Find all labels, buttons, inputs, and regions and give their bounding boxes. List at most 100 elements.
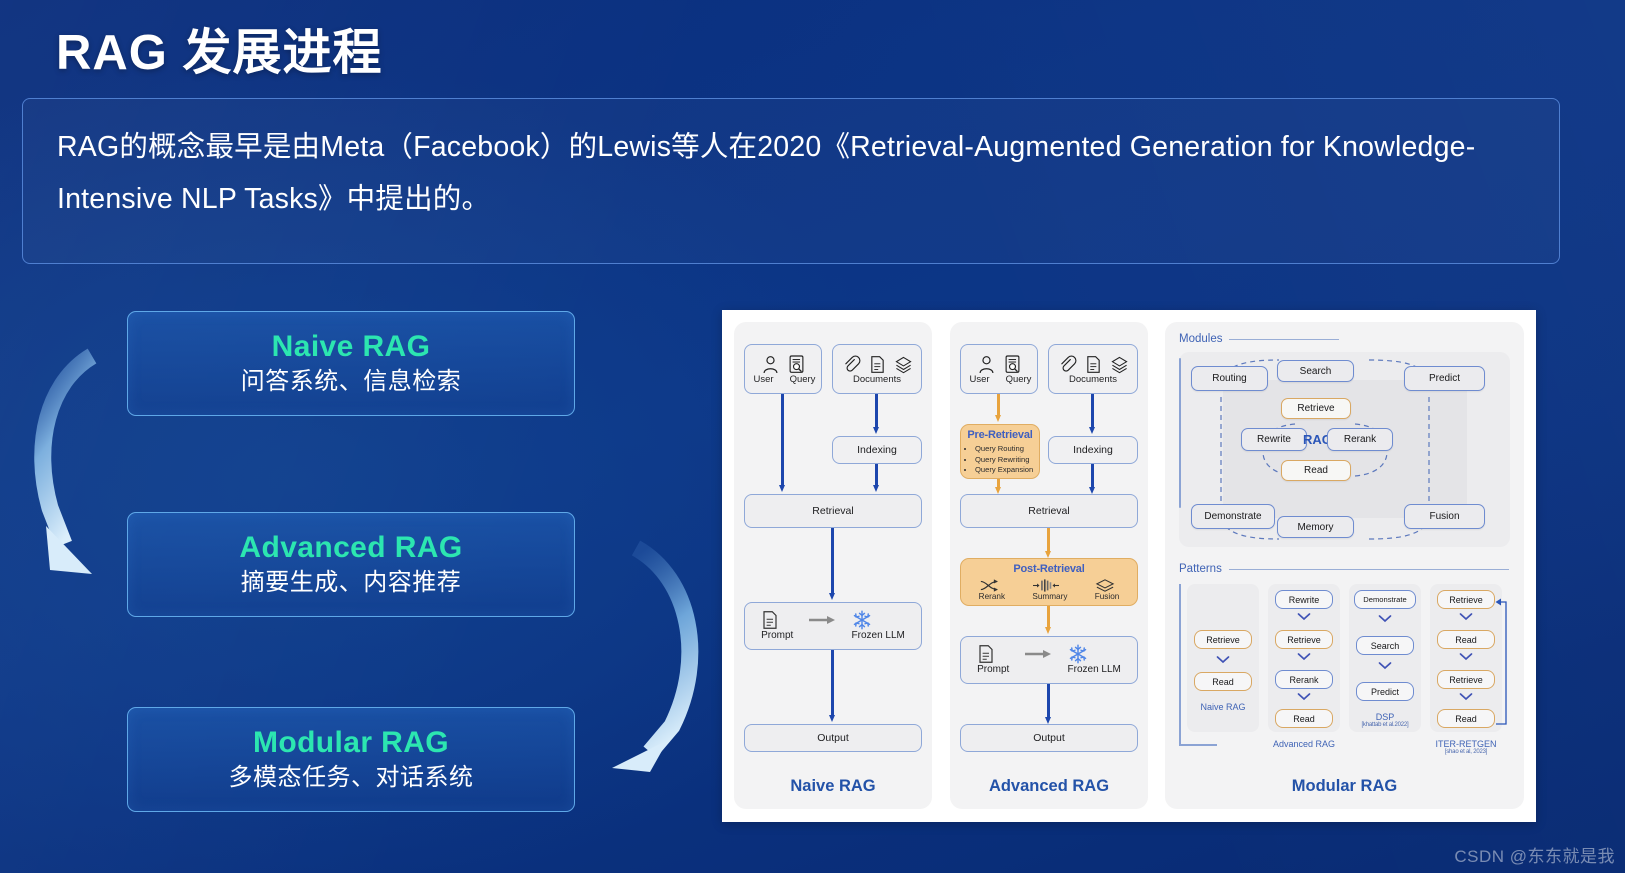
rag-architecture-diagram: User Query Documents Indexing Retrieval …: [722, 310, 1536, 822]
module-memory[interactable]: Memory: [1277, 516, 1354, 538]
patterns-rule: [1228, 568, 1509, 570]
naive-user-query-box: User Query: [744, 344, 822, 394]
user-icon: [978, 355, 995, 374]
post-retrieval-item-summary: Summary: [1032, 579, 1067, 601]
chevron-down-icon: [1378, 662, 1392, 670]
user-icon: [762, 355, 779, 374]
post-retrieval-item-rerank: Rerank: [979, 579, 1005, 601]
right-arrow-icon: [1025, 649, 1052, 659]
compress-icon: [1032, 579, 1067, 592]
stage-card-modular-rag[interactable]: Modular RAG 多模态任务、对话系统: [127, 707, 575, 812]
pattern-step: Read: [1194, 672, 1252, 691]
stage-card-advanced-rag[interactable]: Advanced RAG 摘要生成、内容推荐: [127, 512, 575, 617]
module-retrieve[interactable]: Retrieve: [1281, 398, 1351, 419]
advanced-node-indexing: Indexing: [1048, 436, 1138, 464]
frozen-llm-label: Frozen LLM: [851, 630, 905, 642]
query-document-search-icon: [788, 354, 805, 374]
paperclip-icon: [1059, 355, 1076, 374]
chevron-down-icon: [1216, 656, 1230, 664]
advanced-rag-column: User Query Documents Pre-Retrieval • Que…: [950, 322, 1148, 809]
pattern-name: ITER-RETGEN [shao et al, 2023]: [1435, 739, 1497, 755]
pattern-step: Retrieve: [1437, 670, 1495, 689]
user-label: User: [753, 373, 774, 385]
naive-rag-column: User Query Documents Indexing Retrieval …: [734, 322, 932, 809]
pre-retrieval-item: Query Rewriting: [975, 455, 1039, 466]
arrow-query-to-preretrieval: [995, 394, 1002, 422]
documents-label: Documents: [1068, 373, 1118, 385]
patterns-left-rule: [1179, 584, 1181, 746]
chevron-down-icon: [1459, 613, 1473, 621]
right-arrow-icon: [809, 615, 836, 625]
pattern-column-naive-rag: Retrieve Read Naive RAG: [1187, 584, 1259, 732]
naive-prompt-llm-box: Prompt Frozen LLM: [744, 602, 922, 650]
summary-label: Summary: [1032, 592, 1068, 601]
stage-card-naive-rag[interactable]: Naive RAG 问答系统、信息检索: [127, 311, 575, 416]
arrow-retrieval-to-prompt: [829, 528, 836, 600]
module-demonstrate[interactable]: Demonstrate: [1191, 504, 1275, 529]
pattern-step: Retrieve: [1194, 630, 1252, 649]
pattern-step: Read: [1275, 709, 1333, 728]
pre-retrieval-title: Pre-Retrieval: [967, 429, 1033, 441]
curved-arrow-down-left-icon: [612, 540, 699, 772]
pre-retrieval-items: Query Routing Query Rewriting Query Expa…: [975, 444, 1039, 476]
naive-rag-caption: Naive RAG: [790, 777, 876, 795]
rerank-label: Rerank: [978, 592, 1006, 601]
pattern-step: Predict: [1356, 682, 1414, 701]
chevron-down-icon: [1459, 653, 1473, 661]
naive-documents-box: Documents: [832, 344, 922, 394]
post-retrieval-box: Post-Retrieval Rerank Summary Fusion: [960, 558, 1138, 606]
naive-node-indexing: Indexing: [832, 436, 922, 464]
layers-icon: [1110, 355, 1128, 374]
arrow-postretrieval-to-prompt: [1045, 606, 1052, 634]
arrow-preretrieval-to-retrieval: [995, 479, 1002, 494]
pattern-step: Read: [1437, 630, 1495, 649]
pattern-step: Retrieve: [1437, 590, 1495, 609]
arrow-documents-to-indexing: [873, 394, 880, 434]
modular-rag-caption: Modular RAG: [1291, 777, 1398, 795]
page-title: RAG 发展进程: [56, 26, 383, 80]
advanced-node-output: Output: [960, 724, 1138, 752]
user-label: User: [969, 373, 990, 385]
layers-icon: [894, 355, 912, 374]
post-retrieval-item-fusion: Fusion: [1095, 579, 1120, 601]
arrow-retrieval-to-postretrieval: [1045, 528, 1052, 558]
chevron-down-icon: [1297, 653, 1311, 661]
advanced-rag-caption: Advanced RAG: [988, 777, 1110, 795]
module-rerank[interactable]: Rerank: [1327, 428, 1393, 451]
modules-section-head: Modules: [1179, 333, 1340, 345]
naive-node-output: Output: [744, 724, 922, 752]
paperclip-icon: [843, 355, 860, 374]
module-rewrite[interactable]: Rewrite: [1241, 428, 1307, 451]
pattern-step: Read: [1437, 709, 1495, 728]
pattern-column-advanced-rag: Rewrite Retrieve Rerank Read Advanced RA…: [1268, 584, 1340, 749]
pre-retrieval-box: Pre-Retrieval Query Routing Query Rewrit…: [960, 424, 1040, 479]
modules-rule: [1229, 338, 1340, 340]
patterns-heading: Patterns: [1179, 563, 1222, 575]
chevron-down-icon: [1297, 693, 1311, 701]
pattern-name: DSP [khattab et al.2022]: [1361, 712, 1409, 728]
frozen-llm-label: Frozen LLM: [1067, 664, 1121, 676]
pre-retrieval-item: Query Routing: [975, 444, 1039, 455]
post-retrieval-title: Post-Retrieval: [1013, 563, 1085, 575]
chevron-down-icon: [1378, 615, 1392, 623]
prompt-label: Prompt: [761, 630, 794, 642]
arrow-user-to-retrieval: [779, 394, 786, 492]
chevron-down-icon: [1297, 613, 1311, 621]
stage-title: Modular RAG: [252, 725, 450, 759]
module-routing[interactable]: Routing: [1191, 366, 1268, 391]
document-icon: [761, 610, 793, 630]
pre-retrieval-item: Query Expansion: [975, 465, 1039, 476]
pattern-step: Retrieve: [1275, 630, 1333, 649]
pattern-step: Rerank: [1275, 670, 1333, 689]
module-read[interactable]: Read: [1281, 460, 1351, 481]
module-predict[interactable]: Predict: [1404, 366, 1485, 391]
stack-fusion-icon: [1095, 579, 1120, 592]
query-label: Query: [1005, 373, 1032, 385]
pattern-column-dsp: Demonstrate Search Predict DSP [khattab …: [1349, 584, 1421, 732]
arrow-indexing-to-retrieval: [1089, 464, 1096, 494]
module-fusion[interactable]: Fusion: [1404, 504, 1485, 529]
intro-box: RAG的概念最早是由Meta（Facebook）的Lewis等人在2020《Re…: [22, 98, 1560, 264]
curved-arrow-down-icon: [34, 348, 97, 574]
documents-label: Documents: [852, 373, 902, 385]
module-search[interactable]: Search: [1277, 360, 1354, 382]
